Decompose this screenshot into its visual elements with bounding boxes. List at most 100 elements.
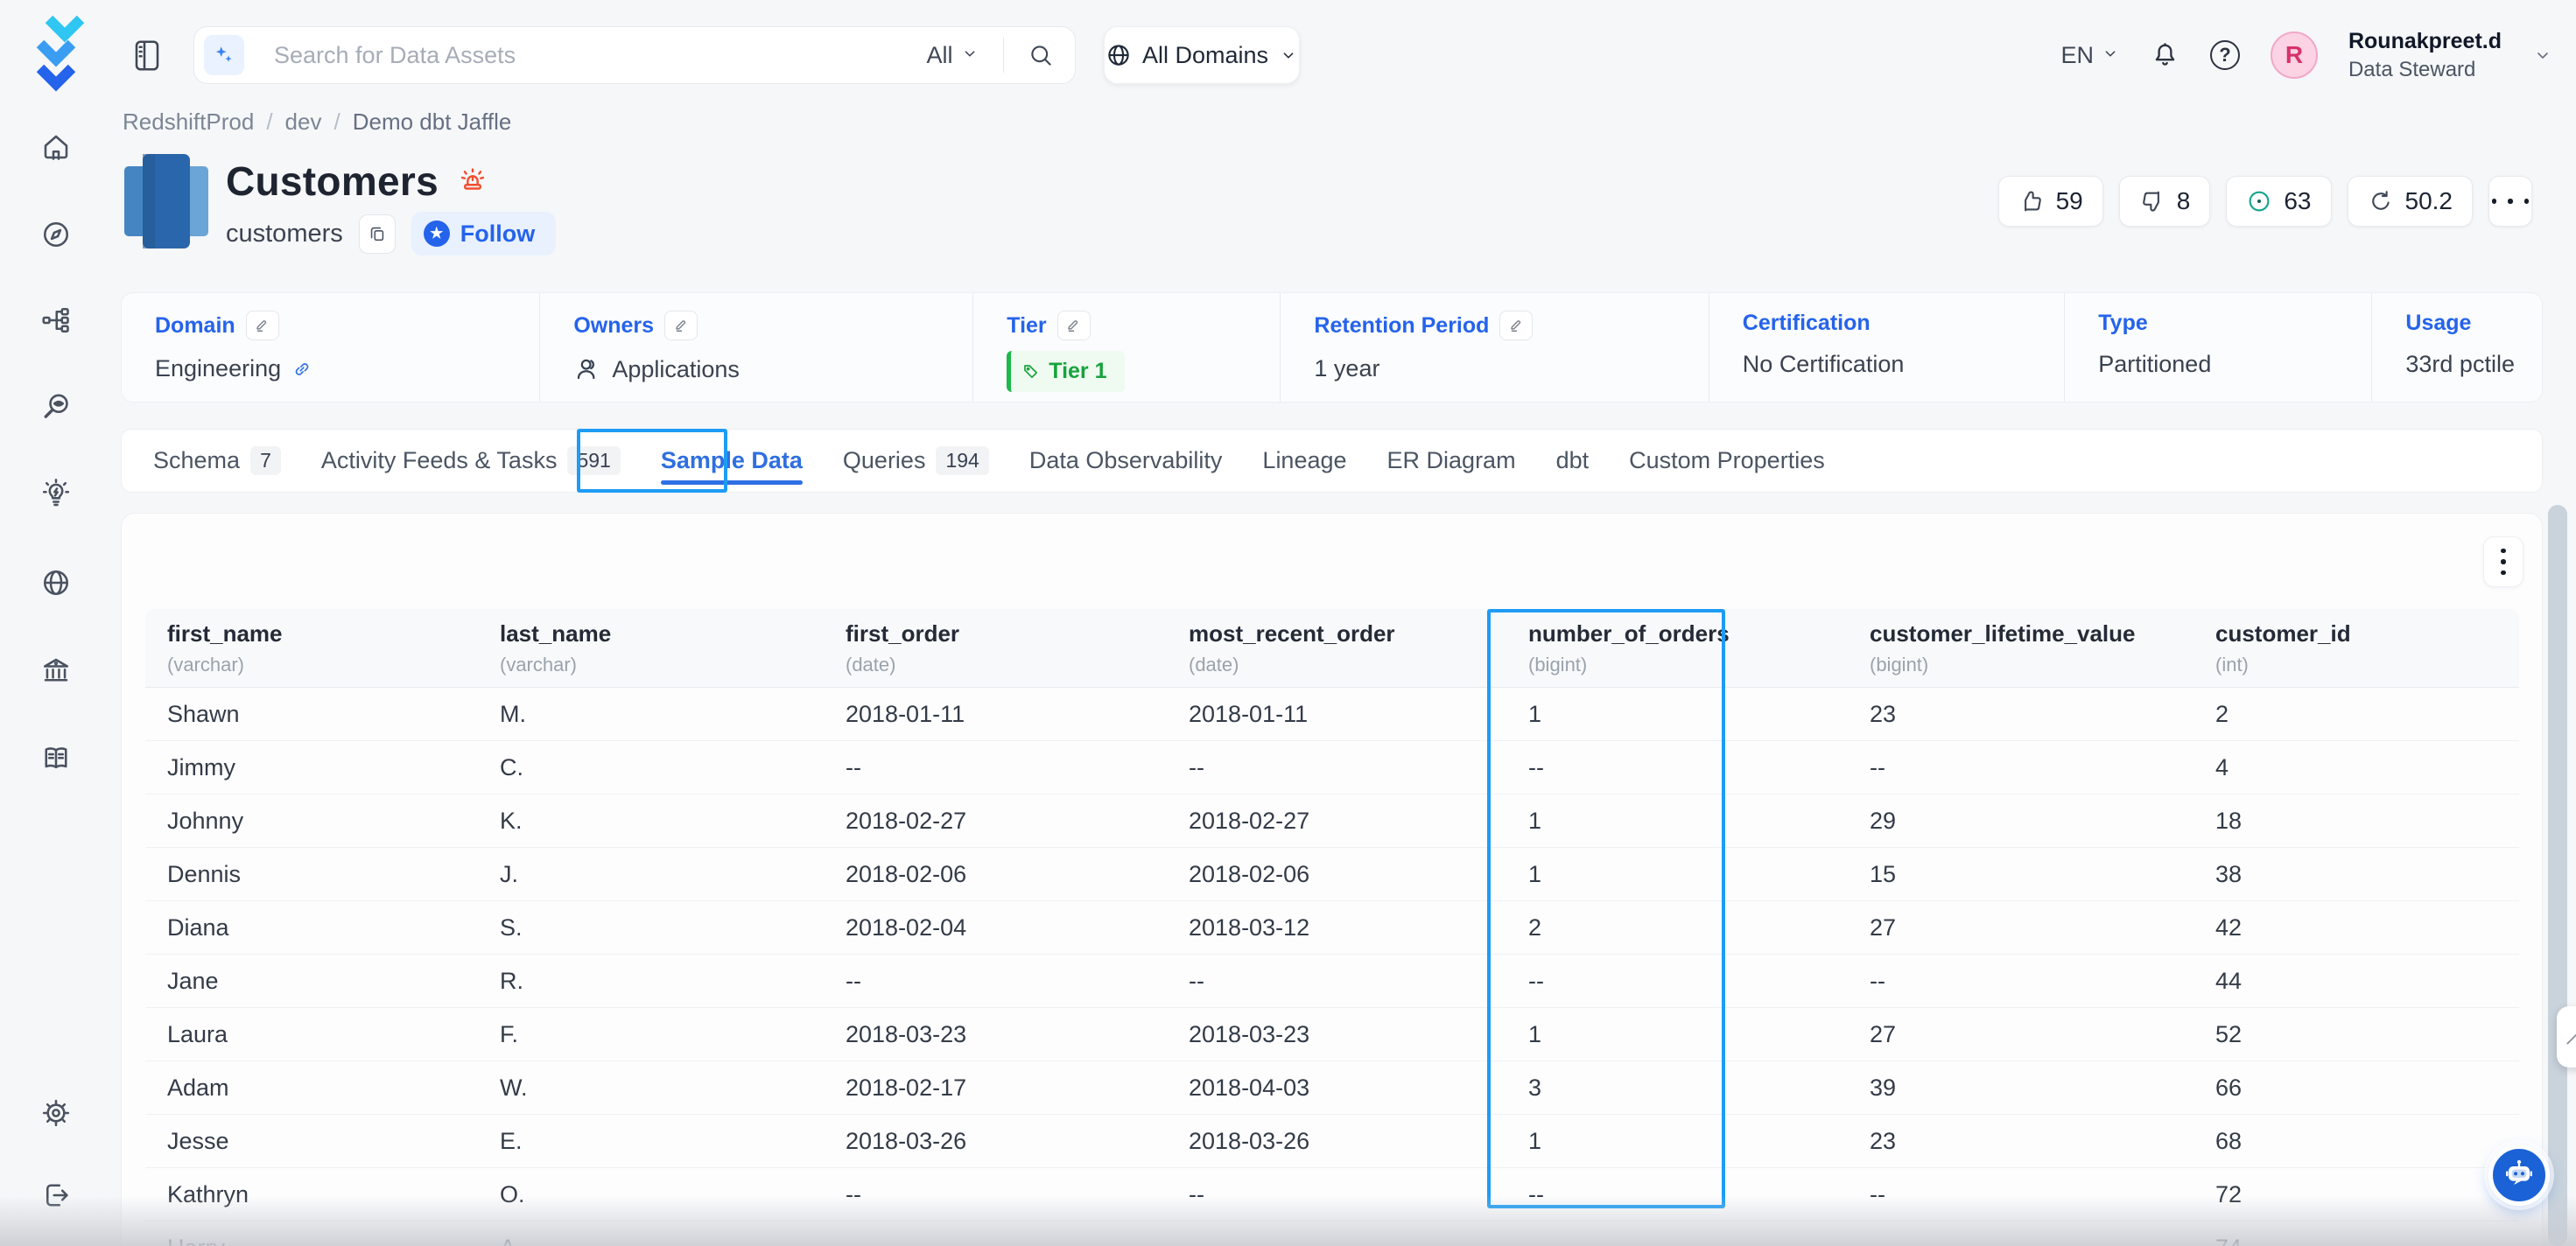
downvote-button[interactable]: 8 — [2119, 176, 2211, 227]
sidebar-item-home[interactable] — [40, 131, 72, 163]
table-row: ShawnM.2018-01-112018-01-111232 — [145, 688, 2519, 741]
copy-button[interactable] — [359, 214, 396, 254]
cell-first_order: 2018-02-04 — [824, 914, 1167, 942]
tab-schema[interactable]: Schema7 — [153, 430, 281, 492]
cell-number_of_orders: 3 — [1506, 1074, 1848, 1102]
incidents-button[interactable]: 63 — [2226, 176, 2331, 227]
notifications-bell-icon[interactable] — [2151, 41, 2179, 70]
all-domains-dropdown[interactable]: All Domains — [1104, 26, 1300, 84]
edit-retention-button[interactable] — [1499, 311, 1533, 340]
cell-number_of_orders: 1 — [1506, 861, 1848, 888]
tier-badge[interactable]: Tier 1 — [1007, 351, 1124, 392]
tab-data-observability[interactable]: Data Observability — [1029, 430, 1223, 492]
metadata-type: Type Partitioned — [2065, 293, 2372, 402]
metadata-tier: Tier Tier 1 — [973, 293, 1281, 402]
more-actions-button[interactable] — [2488, 176, 2532, 227]
search-scope-dropdown[interactable]: All — [926, 42, 979, 69]
follow-button[interactable]: ★ Follow — [411, 212, 556, 256]
schema-icon — [40, 325, 72, 340]
user-name: Rounakpreet.d — [2348, 29, 2502, 54]
avatar[interactable]: R — [2271, 32, 2318, 79]
breadcrumb-item[interactable]: Demo dbt Jaffle — [353, 108, 512, 136]
tab-activity-feeds-tasks[interactable]: Activity Feeds & Tasks591 — [321, 430, 621, 492]
cell-customer_id: 4 — [2193, 754, 2519, 781]
tab-count-badge: 194 — [936, 446, 988, 475]
chatbot-button[interactable] — [2488, 1144, 2550, 1206]
alert-siren-icon[interactable] — [458, 166, 488, 196]
breadcrumb-separator: / — [333, 108, 340, 136]
breadcrumb: RedshiftProd/dev/Demo dbt Jaffle — [123, 108, 511, 136]
domains-filter-label: All Domains — [1142, 42, 1268, 69]
divider — [1003, 38, 1005, 73]
tab-label: Custom Properties — [1629, 447, 1825, 474]
column-name: customer_id — [2215, 620, 2519, 648]
sidebar-item-schema[interactable] — [40, 304, 72, 336]
tab-count-badge: 7 — [250, 446, 281, 475]
edit-domain-button[interactable] — [246, 311, 279, 340]
sidebar-item-glossary[interactable] — [40, 743, 72, 774]
cell-most_recent_order: 2018-02-27 — [1167, 808, 1506, 835]
chevron-down-icon[interactable] — [2532, 45, 2553, 66]
star-badge-icon: ★ — [424, 220, 450, 247]
tab-er-diagram[interactable]: ER Diagram — [1387, 430, 1516, 492]
upvote-button[interactable]: 59 — [1998, 176, 2103, 227]
table-header: first_name(varchar)last_name(varchar)fir… — [145, 609, 2519, 688]
sidebar-item-insights[interactable] — [40, 477, 72, 508]
sidebar-item-settings[interactable] — [40, 1097, 72, 1129]
cell-last_name: J. — [478, 861, 824, 888]
edit-owners-button[interactable] — [664, 311, 698, 340]
sidebar-item-observability[interactable] — [40, 391, 72, 423]
cell-last_name: K. — [478, 808, 824, 835]
column-name: last_name — [500, 620, 824, 648]
column-header-first_order: first_order(date) — [824, 609, 1167, 687]
chevron-down-icon — [960, 42, 979, 69]
column-type: (varchar) — [167, 654, 478, 676]
cell-last_name: M. — [478, 701, 824, 728]
popularity-button[interactable]: 50.2 — [2348, 176, 2474, 227]
vertical-scrollbar[interactable] — [2548, 505, 2567, 1246]
sidebar-item-logout[interactable] — [40, 1180, 72, 1211]
table-options-button[interactable] — [2483, 536, 2523, 587]
user-menu[interactable]: Rounakpreet.d Data Steward — [2348, 29, 2502, 81]
owners-value[interactable]: Applications — [612, 356, 740, 383]
search-icon[interactable] — [1028, 42, 1054, 68]
sidebar-item-web[interactable] — [40, 567, 72, 598]
edge-edit-button[interactable] — [2557, 1006, 2576, 1068]
retention-value: 1 year — [1314, 355, 1379, 382]
logout-icon — [40, 1200, 72, 1214]
cell-first_order: -- — [824, 968, 1167, 995]
help-icon[interactable]: ? — [2210, 40, 2240, 70]
tab-dbt[interactable]: dbt — [1556, 430, 1590, 492]
tab-lineage[interactable]: Lineage — [1262, 430, 1346, 492]
cell-number_of_orders: 1 — [1506, 701, 1848, 728]
sidebar-item-governance[interactable] — [40, 654, 72, 686]
tab-custom-properties[interactable]: Custom Properties — [1629, 430, 1825, 492]
language-dropdown[interactable]: EN — [2060, 42, 2120, 69]
sample-data-table: first_name(varchar)last_name(varchar)fir… — [145, 609, 2519, 1246]
cell-first_name: Jane — [145, 968, 478, 995]
column-name: number_of_orders — [1528, 620, 1848, 648]
tab-queries[interactable]: Queries194 — [843, 430, 989, 492]
cell-number_of_orders: -- — [1506, 1235, 1848, 1246]
edit-tier-button[interactable] — [1057, 311, 1091, 340]
cell-customer_id: 68 — [2193, 1128, 2519, 1155]
column-type: (date) — [1189, 654, 1506, 676]
breadcrumb-item[interactable]: RedshiftProd — [123, 108, 254, 136]
breadcrumb-item[interactable]: dev — [285, 108, 322, 136]
sidebar-item-explore[interactable] — [40, 219, 72, 250]
domain-value[interactable]: Engineering — [155, 355, 281, 382]
cell-last_name: F. — [478, 1021, 824, 1048]
metadata-panel: Domain Engineering Owners Applications T… — [121, 292, 2543, 402]
book-icon — [40, 763, 72, 778]
usage-value: 33rd pctile — [2405, 351, 2515, 378]
global-search-input[interactable]: Search for Data Assets All — [193, 26, 1076, 84]
cell-customer_lifetime_value: -- — [1848, 1181, 2193, 1208]
cell-most_recent_order: -- — [1167, 1181, 1506, 1208]
tab-sample-data[interactable]: Sample Data — [661, 430, 803, 492]
cell-customer_lifetime_value: 27 — [1848, 1021, 2193, 1048]
cell-last_name: E. — [478, 1128, 824, 1155]
upvote-count: 59 — [2056, 187, 2083, 215]
globe-icon — [40, 587, 72, 602]
cell-number_of_orders: 1 — [1506, 808, 1848, 835]
sidebar-toggle-icon[interactable] — [131, 38, 163, 72]
